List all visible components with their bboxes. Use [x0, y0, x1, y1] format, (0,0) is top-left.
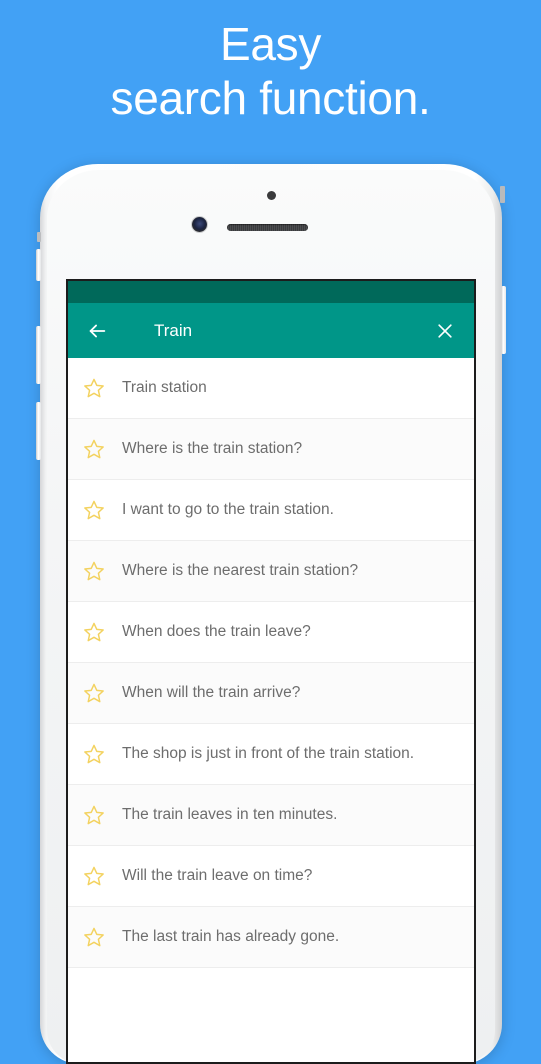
screen-bezel: Train Train station Where is the train s… [66, 279, 476, 1064]
antenna-band-right [500, 186, 505, 203]
page-headline: Easy search function. [110, 18, 431, 124]
list-item-label: When does the train leave? [122, 622, 311, 640]
list-item[interactable]: Where is the nearest train station? [68, 541, 474, 602]
status-bar [68, 281, 474, 303]
star-outline-icon[interactable] [78, 556, 110, 586]
star-outline-icon[interactable] [78, 800, 110, 830]
list-item-label: When will the train arrive? [122, 683, 301, 701]
list-item-label: Train station [122, 378, 207, 396]
list-item-label: The train leaves in ten minutes. [122, 805, 338, 823]
app-toolbar: Train [68, 303, 474, 358]
star-outline-icon[interactable] [78, 922, 110, 952]
volume-down-button[interactable] [36, 402, 41, 460]
star-outline-icon[interactable] [78, 434, 110, 464]
volume-up-button[interactable] [36, 326, 41, 384]
antenna-band-left [37, 232, 41, 242]
list-item[interactable]: Will the train leave on time? [68, 846, 474, 907]
star-outline-icon[interactable] [78, 373, 110, 403]
list-item[interactable]: When does the train leave? [68, 602, 474, 663]
toolbar-title: Train [154, 320, 193, 340]
phrase-list: Train station Where is the train station… [68, 358, 474, 968]
list-item[interactable]: When will the train arrive? [68, 663, 474, 724]
app-screen: Train Train station Where is the train s… [68, 281, 474, 1062]
list-item-label: I want to go to the train station. [122, 500, 334, 518]
list-item[interactable]: Train station [68, 358, 474, 419]
proximity-sensor-icon [267, 191, 276, 200]
close-icon[interactable] [430, 316, 460, 346]
list-item-label: Will the train leave on time? [122, 866, 313, 884]
back-arrow-icon[interactable] [82, 316, 112, 346]
list-item[interactable]: The shop is just in front of the train s… [68, 724, 474, 785]
list-item[interactable]: The train leaves in ten minutes. [68, 785, 474, 846]
star-outline-icon[interactable] [78, 739, 110, 769]
power-button[interactable] [501, 286, 506, 354]
earpiece-speaker-icon [227, 224, 308, 231]
list-item-label: The shop is just in front of the train s… [122, 744, 415, 762]
front-camera-icon [192, 217, 207, 232]
star-outline-icon[interactable] [78, 861, 110, 891]
list-item-label: Where is the train station? [122, 439, 303, 457]
list-item-label: Where is the nearest train station? [122, 561, 359, 579]
silent-switch[interactable] [36, 249, 41, 281]
list-item-label: The last train has already gone. [122, 927, 340, 945]
phone-mockup: Train Train station Where is the train s… [36, 164, 506, 1064]
star-outline-icon[interactable] [78, 678, 110, 708]
star-outline-icon[interactable] [78, 617, 110, 647]
list-item[interactable]: I want to go to the train station. [68, 480, 474, 541]
list-item[interactable]: The last train has already gone. [68, 907, 474, 968]
star-outline-icon[interactable] [78, 495, 110, 525]
list-item[interactable]: Where is the train station? [68, 419, 474, 480]
